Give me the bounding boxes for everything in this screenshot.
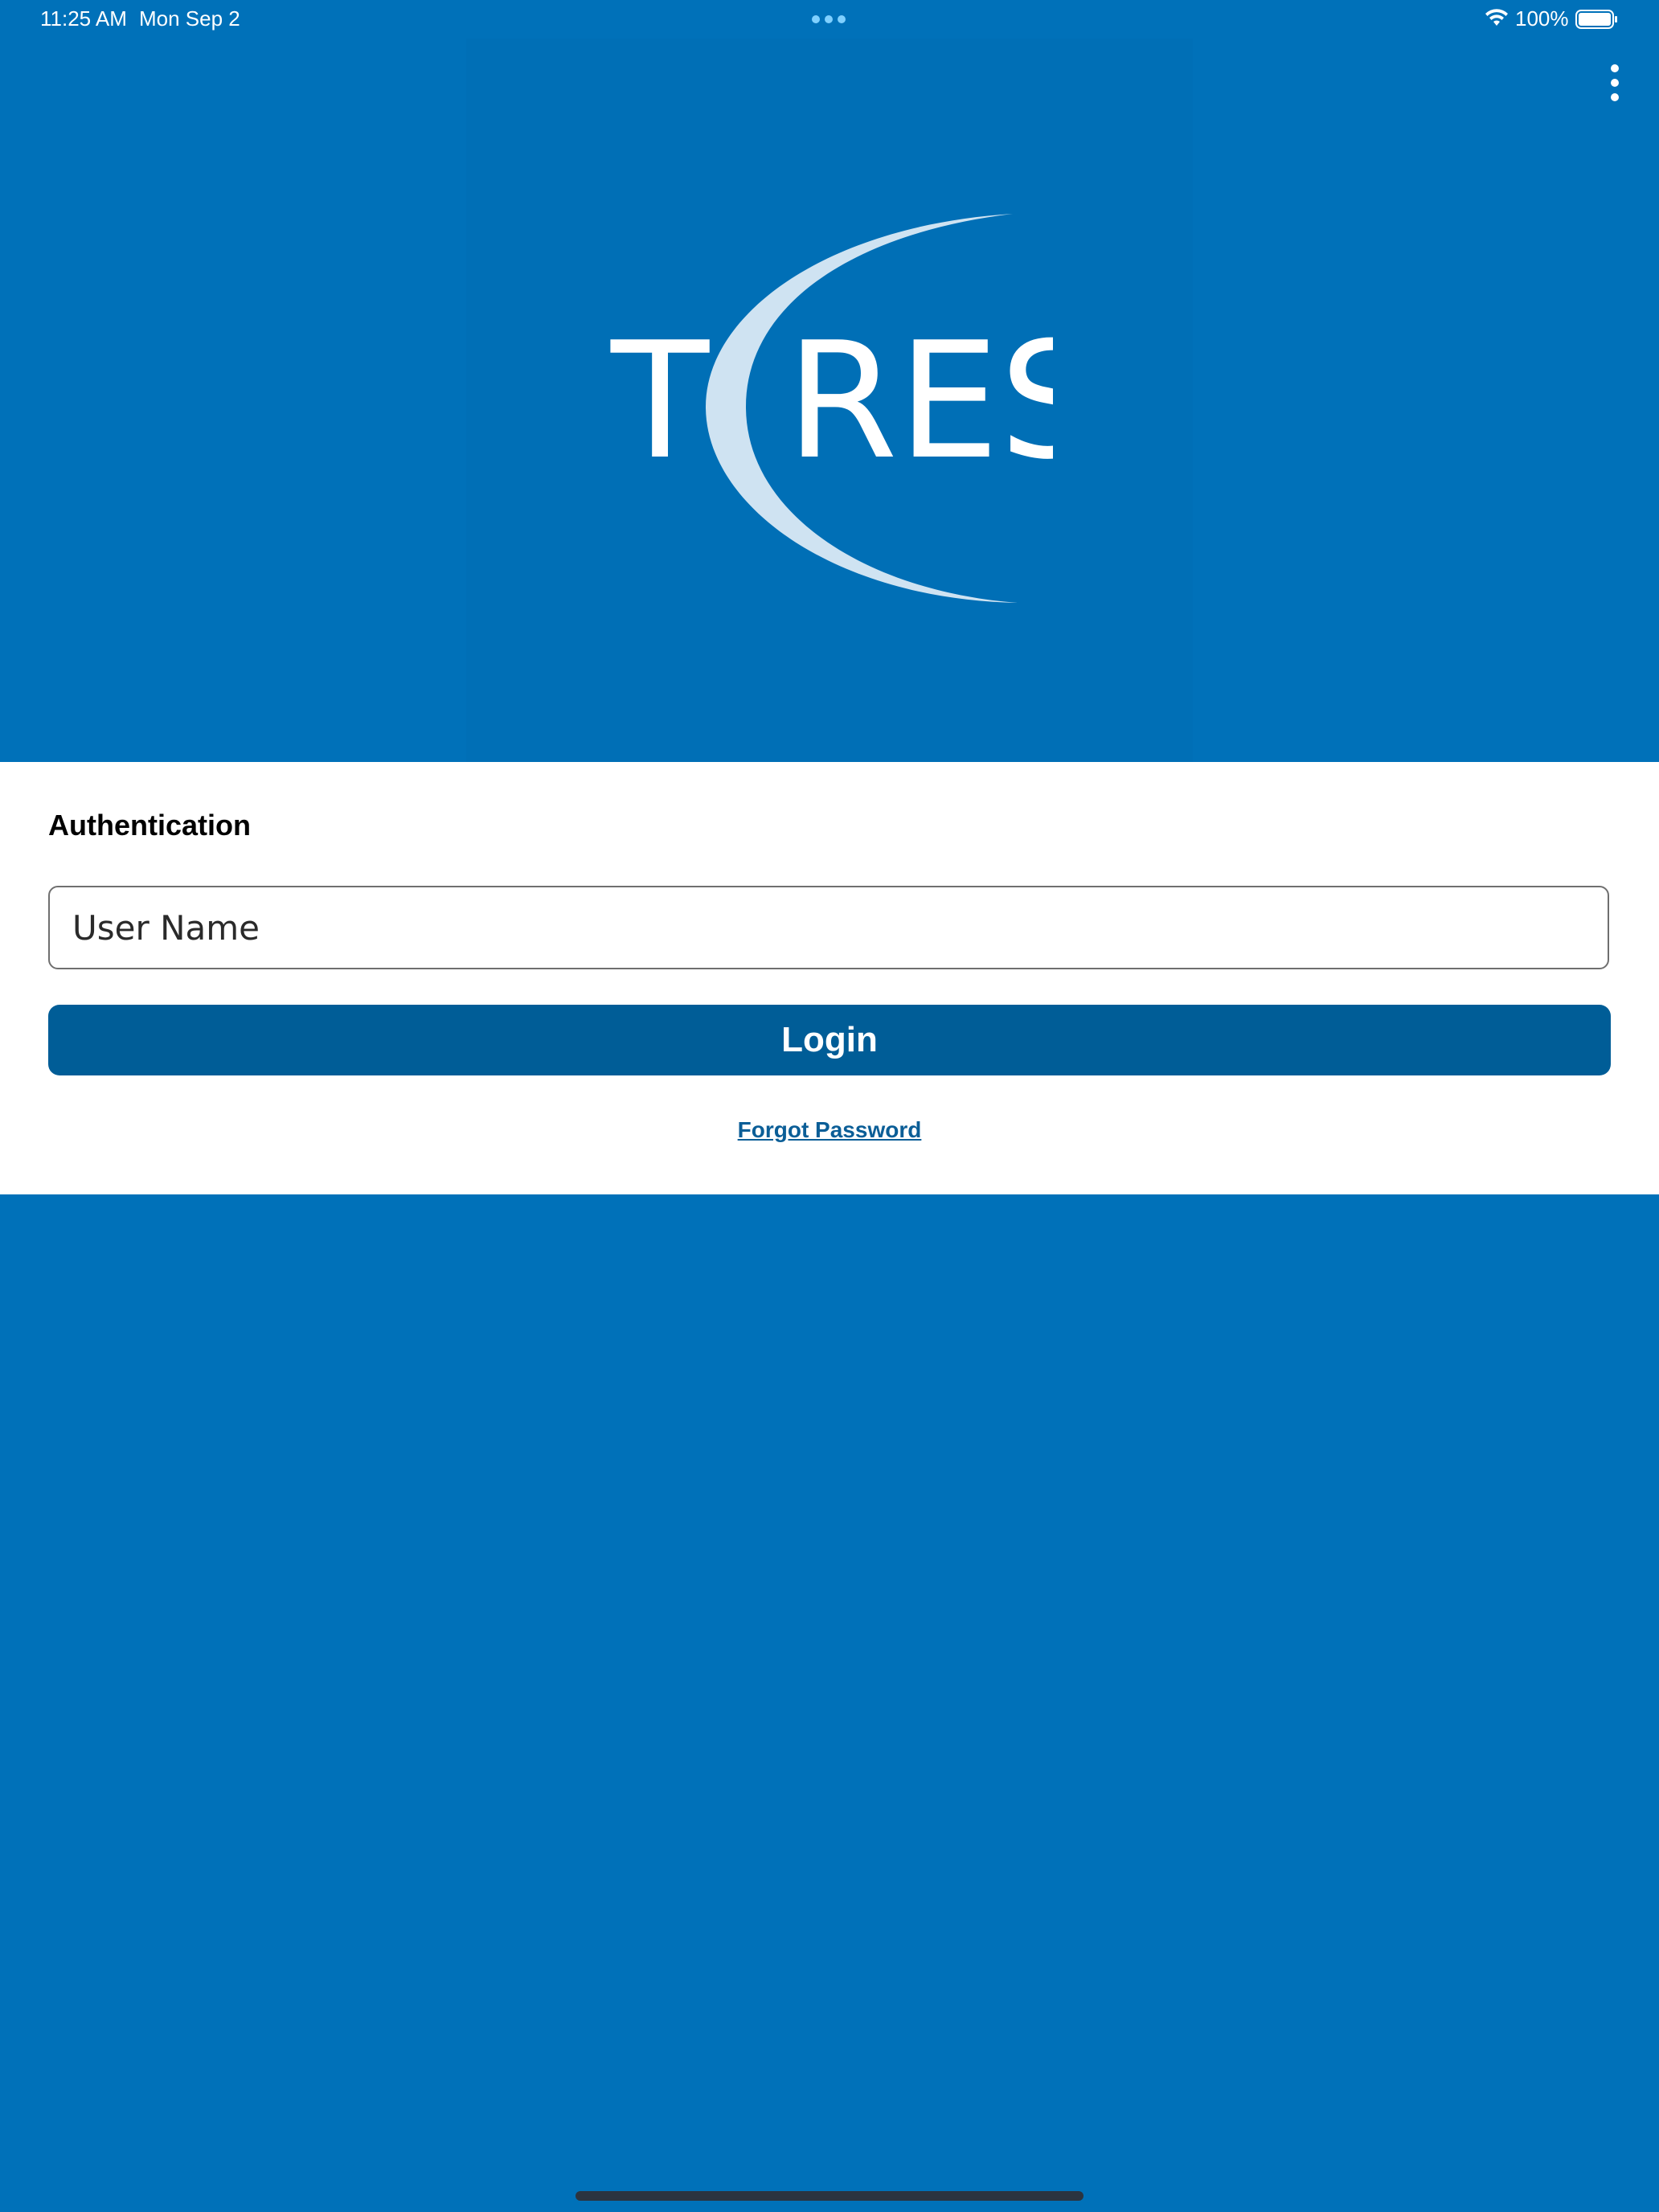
wifi-icon: [1485, 9, 1508, 26]
battery-icon: [1575, 10, 1617, 29]
multitask-dots-icon[interactable]: [812, 15, 846, 23]
authentication-card: Authentication Login Forgot Password: [0, 762, 1659, 1194]
status-date: Mon Sep 2: [139, 6, 240, 31]
logo-letter-t: T: [610, 308, 710, 495]
username-input[interactable]: [48, 886, 1609, 969]
more-options-icon[interactable]: [1603, 64, 1627, 101]
battery-percentage: 100%: [1515, 6, 1569, 31]
status-bar: 11:25 AM Mon Sep 2 100%: [0, 0, 1659, 39]
status-time: 11:25 AM: [40, 6, 127, 31]
logo-letters-res: RES: [786, 308, 1053, 495]
login-button[interactable]: Login: [48, 1005, 1611, 1075]
auth-title: Authentication: [48, 809, 251, 842]
tcres-logo: T RES: [610, 214, 1053, 603]
home-indicator[interactable]: [576, 2191, 1083, 2201]
forgot-password-link[interactable]: Forgot Password: [0, 1117, 1659, 1143]
